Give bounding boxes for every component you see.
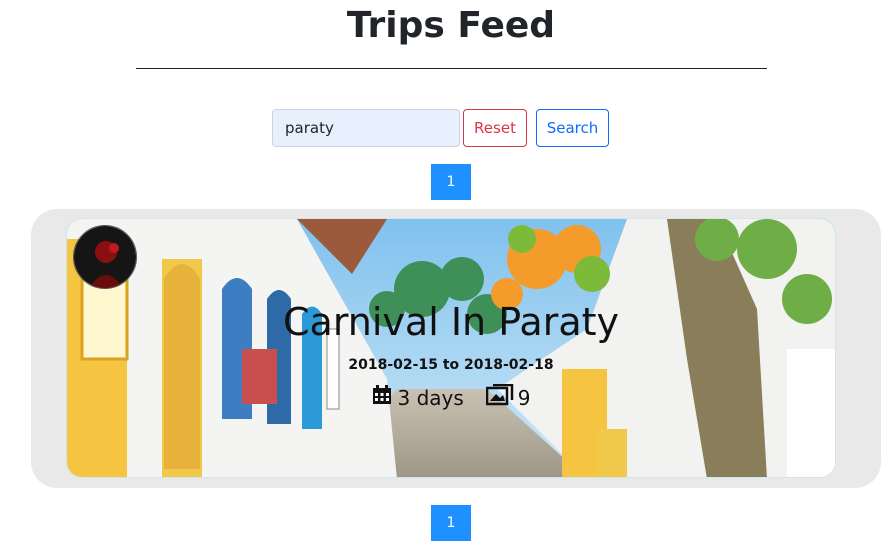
trip-photos: 9	[485, 383, 531, 411]
trip-stats: 3 days 9	[66, 383, 836, 411]
trip-photo-count: 9	[517, 385, 531, 410]
trip-duration-value: 3 days	[397, 385, 464, 410]
trip-dates: 2018-02-15 to 2018-02-18	[348, 357, 554, 373]
pagination-page-button-top[interactable]: 1	[431, 164, 471, 200]
trip-title[interactable]: Carnival In Paraty	[66, 298, 836, 346]
search-button[interactable]: Search	[536, 109, 609, 147]
pagination-page-button-bottom[interactable]: 1	[431, 505, 471, 541]
calendar-icon	[371, 384, 393, 411]
trip-duration: 3 days	[371, 384, 464, 411]
trip-card-info: Carnival In Paraty 2018-02-15 to 2018-02…	[66, 218, 836, 478]
reset-button[interactable]: Reset	[463, 109, 527, 147]
page-title: Trips Feed	[346, 5, 556, 46]
search-input[interactable]	[272, 109, 460, 147]
title-divider	[136, 68, 767, 69]
photos-icon	[485, 383, 514, 411]
